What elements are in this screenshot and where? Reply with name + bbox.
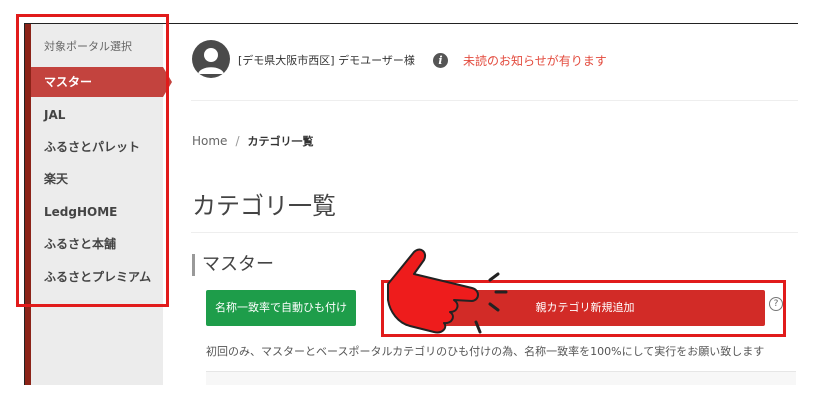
unread-notice-link[interactable]: 未読のお知らせが有ります [463,52,607,69]
section-divider [191,232,798,233]
avatar[interactable] [192,40,230,78]
breadcrumb-separator: / [235,134,240,148]
user-name: [デモ県大阪市西区] デモユーザー様 [238,54,415,67]
table-area [206,371,796,385]
breadcrumb-home[interactable]: Home [192,134,227,148]
header-divider [191,100,798,101]
breadcrumb: Home / カテゴリ一覧 [192,133,313,149]
user-icon [198,48,224,74]
info-icon[interactable]: i [433,53,448,68]
page-title: カテゴリ一覧 [192,192,336,220]
help-note: 初回のみ、マスターとベースポータルカテゴリのひも付けの為、名称一致率を100%に… [206,345,765,358]
highlight-box-sidebar [16,14,169,307]
section-title: マスター [192,254,274,276]
auto-link-button[interactable]: 名称一致率で自動ひも付け [206,290,356,326]
pointing-hand-icon [387,248,508,334]
breadcrumb-current: カテゴリ一覧 [247,135,314,148]
